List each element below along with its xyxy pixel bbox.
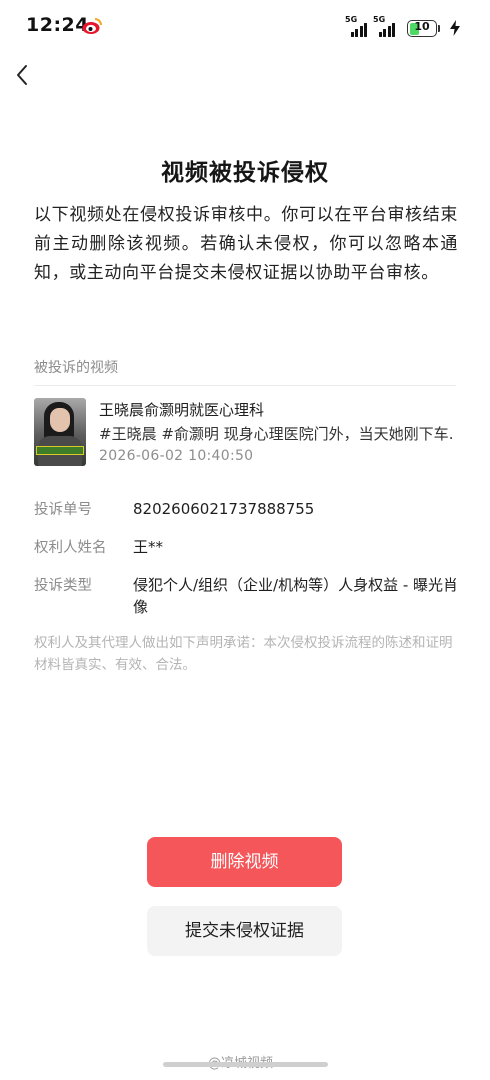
battery-cap [438,25,440,32]
charging-bolt-icon [450,20,460,36]
video-thumbnail[interactable] [34,398,86,466]
notice-text: 以下视频处在侵权投诉审核中。你可以在平台审核结束前主动删除该视频。若确认未侵权，… [34,205,458,283]
status-bar: 12:24 5G 5G 10 [0,0,490,54]
video-timestamp: 2026-06-02 10:40:50 [99,448,254,464]
divider [34,385,456,386]
complaint-notice-page: 12:24 5G 5G 10 视频被投诉侵权 以下视频处在侵权投诉审核中。你可以… [0,0,490,1080]
rights-holder-value: 王** [133,538,164,556]
field-label: 投诉类型 [34,578,92,594]
status-time: 12:24 [26,14,89,36]
page-title: 视频被投诉侵权 [161,160,329,186]
battery-icon: 10 [407,20,437,37]
battery-level: 10 [414,20,430,33]
complaint-type-value: 侵犯个人/组织（企业/机构等）人身权益 - 曝光肖像 [133,576,459,616]
complained-video-label: 被投诉的视频 [34,360,118,376]
field-label: 投诉单号 [34,502,92,518]
back-button[interactable] [10,58,40,92]
video-description: #王晓晨 #俞灏明 现身心理医院门外，当天她刚下车… [99,425,454,443]
declaration-text: 权利人及其代理人做出如下声明承诺：本次侵权投诉流程的陈述和证明材料皆真实、有效、… [34,635,453,673]
field-label: 权利人姓名 [34,540,107,556]
cellular-signal-icon: 5G [373,15,395,37]
complaint-id-value: 8202606021737888755 [133,500,315,518]
complained-video-card[interactable]: 王晓晨俞灏明就医心理科 #王晓晨 #俞灏明 现身心理医院门外，当天她刚下车… 2… [34,398,460,468]
submit-evidence-button[interactable]: 提交未侵权证据 [147,906,342,956]
weibo-icon [82,18,102,34]
cellular-signal-icon: 5G [345,15,367,37]
chevron-left-icon[interactable] [10,58,40,92]
delete-video-button[interactable]: 删除视频 [147,837,342,887]
video-title: 王晓晨俞灏明就医心理科 [99,401,265,419]
status-icons: 5G 5G 10 [345,15,460,37]
home-indicator[interactable] [163,1062,328,1067]
